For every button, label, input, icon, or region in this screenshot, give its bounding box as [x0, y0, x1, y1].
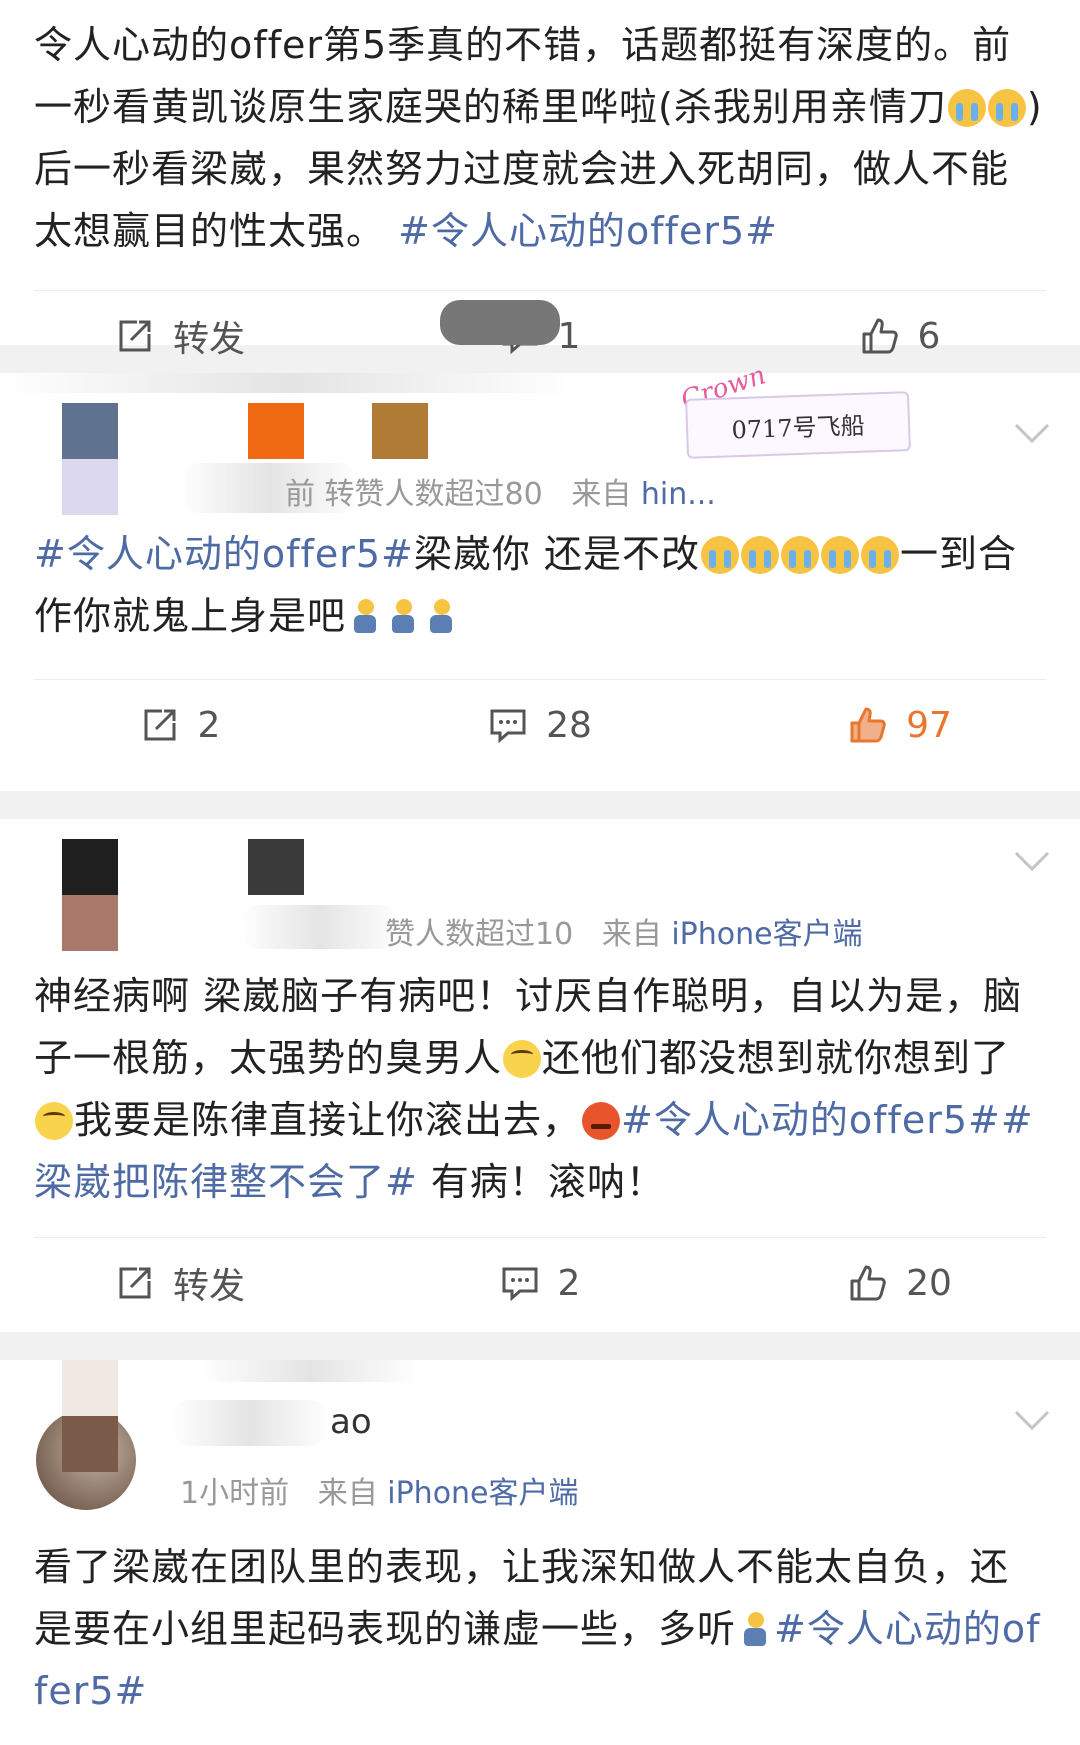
post-2: 前 转赞人数超过80 来自 hin... Crown 0717号飞船 #令人心动…: [0, 360, 1080, 791]
post-meta: 赞人数超过10 来自 iPhone客户端: [385, 909, 863, 953]
repost-icon: [119, 320, 151, 352]
username-redacted: [248, 839, 304, 895]
avatar: [62, 403, 118, 459]
post-4: ao 1小时前 来自 iPhone客户端 看了梁崴在团队里的表现，让我深知做人不…: [0, 1360, 1080, 1745]
like-count: 20: [906, 1262, 952, 1304]
badge-text: 0717号飞船: [731, 411, 866, 444]
crying-emoji: [780, 536, 819, 574]
redaction-blur: [440, 300, 560, 345]
post-separator: [0, 1332, 1080, 1360]
post-3: 赞人数超过10 来自 iPhone客户端 神经病啊 梁崴脑子有病吧！讨厌自作聪明…: [0, 819, 1080, 1332]
like-button[interactable]: 20: [720, 1263, 1080, 1304]
from-label: 来自: [317, 1476, 378, 1511]
kneel-emoji: [740, 1612, 770, 1648]
chevron-down-icon[interactable]: [1014, 849, 1050, 873]
crying-emoji: [987, 89, 1026, 127]
repost-label: 转发: [172, 319, 245, 360]
comment-button[interactable]: 2: [360, 1263, 720, 1304]
kneel-emoji: [350, 599, 380, 635]
crying-emoji: [860, 536, 899, 574]
like-button[interactable]: 97: [720, 705, 1080, 746]
post-2-text-a: 梁崴你 还是不改: [413, 532, 700, 576]
post-1-text-a: 令人心动的offer第5季真的不错，话题都挺有深度的。前一秒看黄凯谈原生家庭哭的…: [34, 23, 1012, 129]
crying-emoji: [700, 536, 739, 574]
avatar: [62, 459, 118, 515]
avatar-redacted: [62, 1416, 118, 1472]
source-link[interactable]: iPhone客户端: [671, 917, 862, 952]
repost-stats: 赞人数超过10: [385, 917, 574, 952]
post-separator: [0, 791, 1080, 819]
thumbs-up-icon: [850, 707, 886, 743]
username-redacted: [248, 403, 304, 459]
chevron-down-icon[interactable]: [1014, 1408, 1050, 1432]
from-label: 来自: [571, 477, 632, 512]
thumbs-up-icon: [862, 318, 898, 354]
from-label: 来自: [601, 917, 662, 952]
post-header: 前 转赞人数超过80 来自 hin... Crown 0717号飞船: [0, 360, 1080, 523]
post-time: 1小时前: [180, 1476, 290, 1511]
chevron-down-icon[interactable]: [1014, 421, 1050, 445]
eye-roll-emoji: [503, 1040, 542, 1078]
post-1: 令人心动的offer第5季真的不错，话题都挺有深度的。前一秒看黄凯谈原生家庭哭的…: [0, 0, 1080, 360]
like-button[interactable]: 6: [720, 316, 1080, 357]
post-2-text: #令人心动的offer5#梁崴你 还是不改 一到合作你就鬼上身是吧: [0, 523, 1080, 647]
post-header: 赞人数超过10 来自 iPhone客户端: [0, 819, 1080, 952]
repost-stats: 前 转赞人数超过80: [285, 477, 543, 512]
post-meta: 1小时前 来自 iPhone客户端: [180, 1468, 579, 1512]
post-header: ao 1小时前 来自 iPhone客户端: [0, 1360, 1080, 1530]
post-1-text: 令人心动的offer第5季真的不错，话题都挺有深度的。前一秒看黄凯谈原生家庭哭的…: [0, 0, 1080, 262]
repost-icon: [144, 709, 176, 741]
kneel-emoji: [388, 599, 418, 635]
hashtag-link[interactable]: #令人心动的offer5#: [398, 209, 778, 253]
eye-roll-emoji: [35, 1102, 73, 1140]
avatar: [62, 839, 118, 895]
repost-button[interactable]: 转发: [0, 310, 360, 362]
action-bar: 转发 2 20: [0, 1238, 1080, 1328]
source-link[interactable]: hin...: [641, 477, 716, 512]
repost-count: 2: [197, 704, 221, 746]
thumbs-up-icon: [850, 1265, 886, 1301]
like-count: 6: [917, 315, 941, 357]
redaction-blur: [170, 1400, 330, 1446]
avatar: [62, 895, 118, 951]
post-3-text-c: 我要是陈律直接让你滚出去，: [74, 1098, 582, 1142]
post-3-text: 神经病啊 梁崴脑子有病吧！讨厌自作聪明，自以为是，脑子一根筋，太强势的臭男人 还他…: [0, 949, 1080, 1213]
repost-label: 转发: [172, 1266, 245, 1307]
angry-emoji: [582, 1102, 621, 1140]
username-redacted: [372, 403, 428, 459]
repost-button[interactable]: 转发: [0, 1257, 360, 1309]
comment-count: 28: [546, 704, 592, 746]
source-link[interactable]: iPhone客户端: [387, 1476, 578, 1511]
redaction-blur: [200, 1360, 420, 1382]
post-4-text: 看了梁崴在团队里的表现，让我深知做人不能太自负，还是要在小组里起码表现的谦虚一些…: [0, 1530, 1080, 1722]
comment-button[interactable]: 28: [360, 705, 720, 746]
avatar-redacted: [62, 1360, 118, 1416]
post-3-text-b: 还他们都没想到就你想到了: [542, 1036, 1011, 1080]
action-bar: 2 28 97: [0, 680, 1080, 770]
crying-emoji: [947, 89, 986, 127]
repost-button[interactable]: 2: [0, 705, 360, 746]
post-3-text-d: 有病！滚呐！: [417, 1160, 665, 1204]
redaction-blur: [240, 905, 400, 949]
hashtag-link[interactable]: #令人心动的offer5#: [34, 532, 414, 576]
crying-emoji: [820, 536, 859, 574]
repost-icon: [119, 1267, 151, 1299]
comment-icon: [490, 709, 526, 744]
username[interactable]: ao: [330, 1402, 372, 1442]
crying-emoji: [740, 536, 779, 574]
comment-icon: [502, 1267, 538, 1302]
kneel-emoji: [426, 599, 456, 635]
redaction-blur: [0, 373, 580, 393]
hashtag-link[interactable]: #令人心动的offer5#: [621, 1098, 1001, 1142]
post-meta: 前 转赞人数超过80 来自 hin...: [285, 469, 716, 513]
comment-count: 1: [557, 315, 581, 357]
like-count: 97: [906, 704, 952, 746]
fan-badge[interactable]: 0717号飞船: [685, 391, 911, 459]
comment-count: 2: [557, 1262, 581, 1304]
